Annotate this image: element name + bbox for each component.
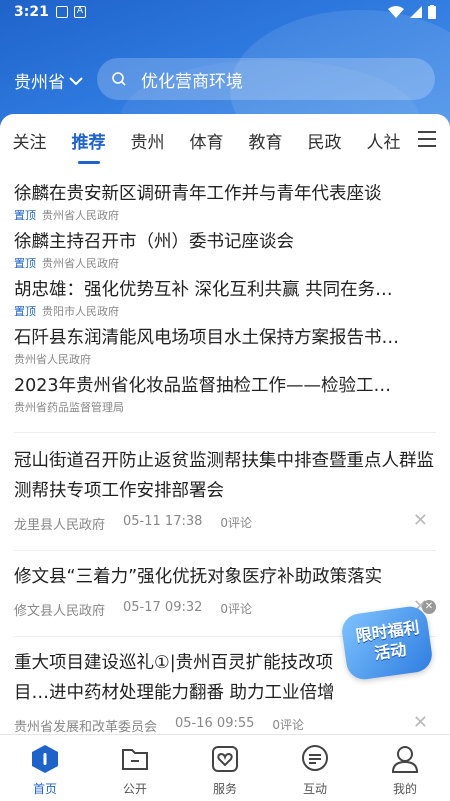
region-label: 贵州省 bbox=[14, 73, 65, 93]
item-source: 贵阳市人民政府 bbox=[42, 305, 119, 318]
divider bbox=[14, 432, 436, 433]
item-source: 贵州省人民政府 bbox=[14, 353, 91, 366]
status-bar: 3:21 A bbox=[0, 0, 450, 26]
signal-icon bbox=[410, 6, 422, 18]
search-icon bbox=[112, 72, 126, 86]
category-tabs: 关注 推荐 贵州 体育 教育 民政 人社 bbox=[0, 114, 450, 166]
dismiss-icon[interactable]: ✕ bbox=[413, 510, 428, 531]
nav-label: 首页 bbox=[32, 782, 57, 796]
article-time: 05-11 17:38 bbox=[123, 514, 203, 529]
search-query: 优化营商环境 bbox=[141, 71, 243, 92]
item-title: 石阡县东润清能风电场项目水土保持方案报告书… bbox=[14, 328, 399, 348]
article-title: 修文县“三着力”强化优抚对象医疗补助政策落实 bbox=[14, 567, 383, 587]
tab-education[interactable]: 教育 bbox=[236, 128, 295, 153]
article-source: 贵州省发展和改革委员会 bbox=[14, 720, 158, 735]
home-icon bbox=[32, 745, 58, 773]
divider bbox=[14, 550, 436, 551]
app-notification-icon: A bbox=[74, 6, 86, 18]
article-comments: 0评论 bbox=[220, 516, 253, 530]
promo-float[interactable]: 限时福利活动 ✕ bbox=[339, 600, 440, 684]
article-title: 冠山街道召开防止返贫监测帮扶集中排查暨重点人群监测帮扶专项工作安排部署会 bbox=[14, 451, 434, 501]
article-card[interactable]: 冠山街道召开防止返贫监测帮扶集中排查暨重点人群监测帮扶专项工作安排部署会 龙里县… bbox=[14, 446, 436, 542]
nav-label: 互动 bbox=[302, 782, 327, 796]
item-title: 徐麟主持召开市（州）委书记座谈会 bbox=[14, 232, 294, 252]
nav-home[interactable]: 首页 bbox=[0, 735, 90, 801]
item-title: 胡忠雄：强化优势互补 深化互利共赢 共同在务… bbox=[14, 280, 393, 300]
tab-sports[interactable]: 体育 bbox=[177, 128, 236, 153]
article-comments: 0评论 bbox=[272, 718, 305, 732]
article-time: 05-16 09:55 bbox=[175, 716, 255, 731]
pin-badge: 置顶 bbox=[14, 305, 36, 318]
nav-interact[interactable]: 互动 bbox=[270, 735, 360, 801]
list-item[interactable]: 徐麟在贵安新区调研青年工作并与青年代表座谈 置顶 贵州省人民政府 bbox=[14, 180, 436, 223]
tab-recommend[interactable]: 推荐 bbox=[59, 128, 118, 164]
item-source: 贵州省人民政府 bbox=[42, 257, 119, 270]
tab-follow[interactable]: 关注 bbox=[0, 128, 59, 153]
tab-guizhou[interactable]: 贵州 bbox=[118, 128, 177, 153]
article-time: 05-17 09:32 bbox=[123, 600, 203, 615]
list-item[interactable]: 2023年贵州省化妆品监督抽检工作——检验工… 贵州省药品监督管理局 bbox=[14, 372, 436, 415]
nav-service[interactable]: 服务 bbox=[180, 735, 270, 801]
user-icon bbox=[391, 746, 419, 773]
item-title: 2023年贵州省化妆品监督抽检工作——检验工… bbox=[14, 376, 392, 396]
list-item[interactable]: 胡忠雄：强化优势互补 深化互利共赢 共同在务… 置顶 贵阳市人民政府 bbox=[14, 276, 436, 319]
nav-label: 服务 bbox=[212, 782, 237, 796]
chat-icon bbox=[302, 745, 328, 771]
heart-service-icon bbox=[212, 746, 238, 772]
wifi-icon bbox=[388, 6, 404, 18]
tab-civil-affairs[interactable]: 民政 bbox=[295, 128, 354, 153]
item-source: 贵州省药品监督管理局 bbox=[14, 401, 124, 414]
folder-icon bbox=[122, 749, 148, 770]
item-title: 徐麟在贵安新区调研青年工作并与青年代表座谈 bbox=[14, 184, 382, 204]
battery-icon bbox=[428, 5, 436, 19]
article-source: 龙里县人民政府 bbox=[14, 518, 106, 533]
list-item[interactable]: 石阡县东润清能风电场项目水土保持方案报告书… 贵州省人民政府 bbox=[14, 324, 436, 367]
status-time: 3:21 bbox=[14, 4, 49, 20]
list-item[interactable]: 徐麟主持召开市（州）委书记座谈会 置顶 贵州省人民政府 bbox=[14, 228, 436, 271]
chevron-down-icon bbox=[69, 76, 83, 85]
search-bar[interactable]: 优化营商环境 bbox=[97, 58, 435, 100]
dismiss-icon[interactable]: ✕ bbox=[413, 712, 428, 733]
nav-label: 我的 bbox=[392, 782, 417, 796]
pin-badge: 置顶 bbox=[14, 209, 36, 222]
image-notification-icon bbox=[56, 6, 68, 18]
tab-social-security[interactable]: 人社 bbox=[354, 128, 413, 153]
pin-badge: 置顶 bbox=[14, 257, 36, 270]
item-source: 贵州省人民政府 bbox=[42, 209, 119, 222]
nav-public[interactable]: 公开 bbox=[90, 735, 180, 801]
region-selector[interactable]: 贵州省 bbox=[14, 68, 83, 93]
article-comments: 0评论 bbox=[220, 602, 253, 616]
nav-mine[interactable]: 我的 bbox=[360, 735, 450, 801]
nav-label: 公开 bbox=[122, 782, 147, 796]
bottom-nav: 首页 公开 服务 互动 我的 bbox=[0, 734, 450, 801]
close-icon[interactable]: ✕ bbox=[422, 600, 436, 614]
menu-icon[interactable] bbox=[418, 131, 436, 152]
article-source: 修文县人民政府 bbox=[14, 604, 106, 619]
